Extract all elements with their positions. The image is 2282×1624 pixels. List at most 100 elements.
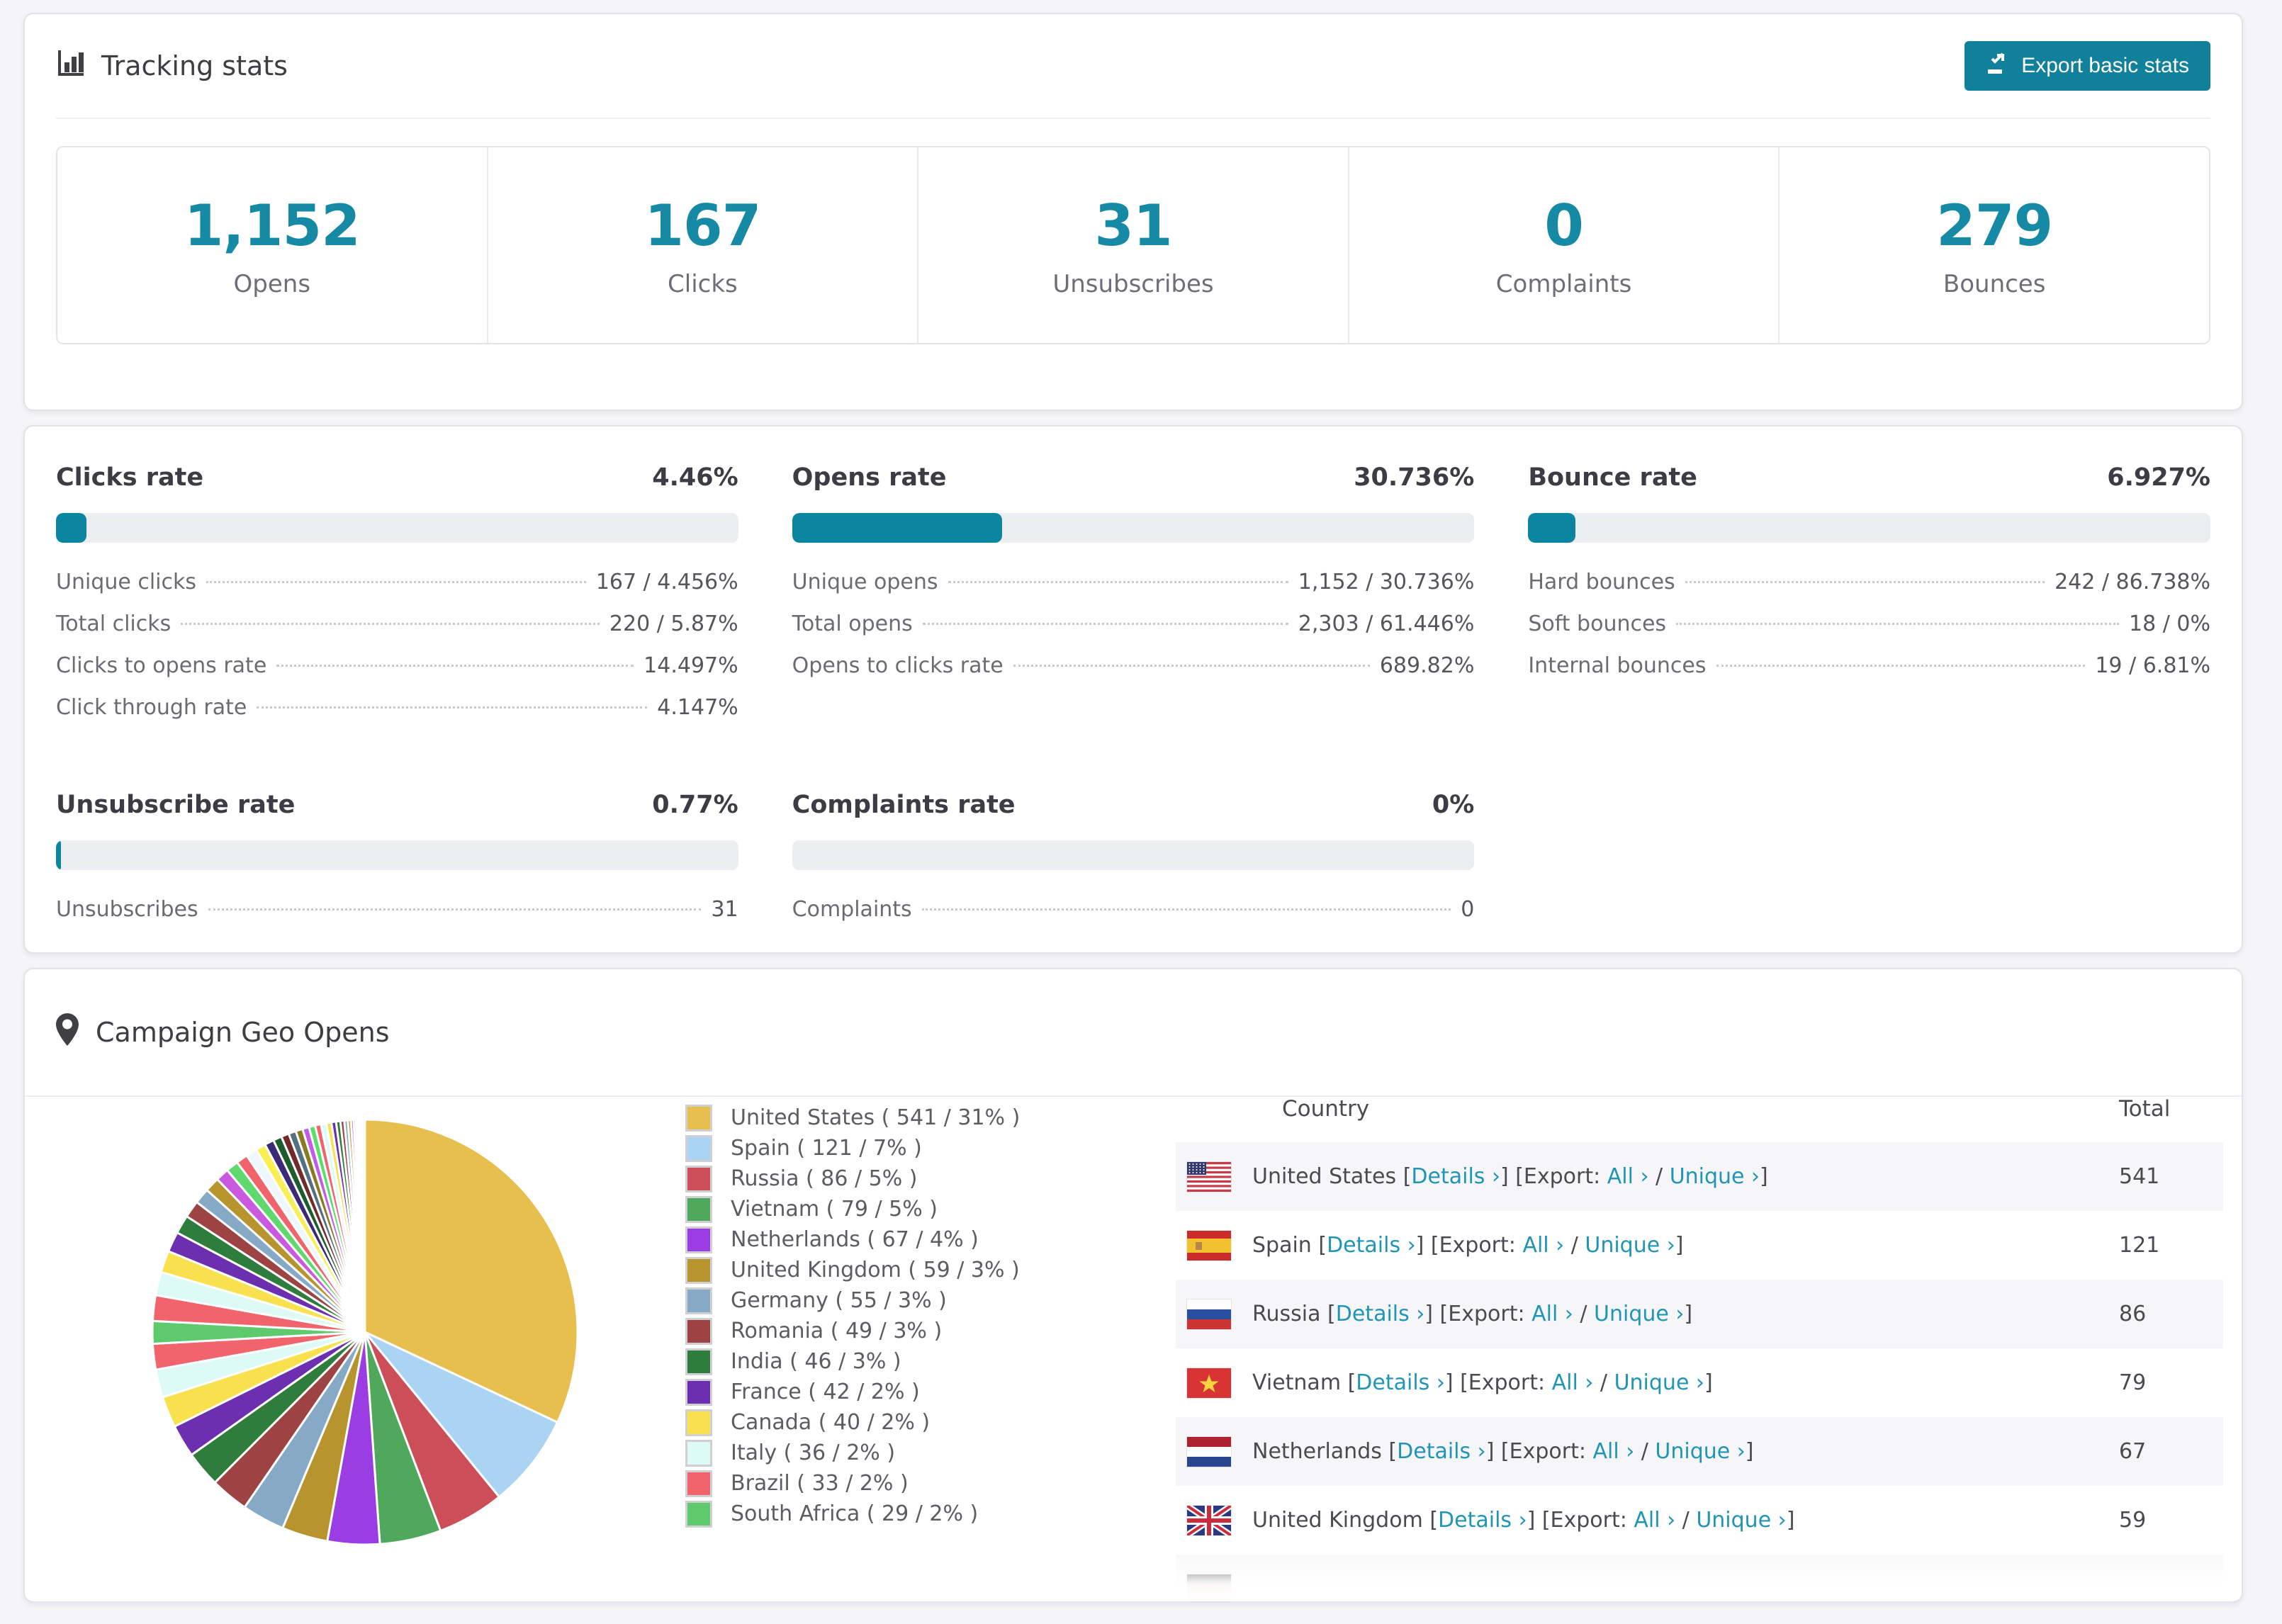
flag-vn-icon (1187, 1368, 1231, 1398)
rate-row-value: 19 / 6.81% (2095, 653, 2210, 678)
geo-section-title: Campaign Geo Opens (96, 1017, 390, 1048)
rate-row-label: Opens to clicks rate (792, 653, 1004, 678)
legend-item-netherlands: Netherlands ( 67 / 4% ) (685, 1224, 1167, 1255)
legend-swatch (685, 1500, 712, 1528)
legend-label: Romania ( 49 / 3% ) (731, 1319, 943, 1343)
tile-label: Complaints (1495, 269, 1632, 298)
geo-opens-table: Country Total United States [Details ›] … (1176, 1076, 2223, 1601)
rate-row-label: Complaints (792, 897, 912, 922)
rate-detail-row: Total clicks 220 / 5.87% (56, 611, 738, 653)
flag-ru-icon (1187, 1299, 1231, 1329)
export-unique-link[interactable]: Unique › (1670, 1164, 1760, 1189)
bracket: ] (1786, 1508, 1795, 1533)
opens-rate-title: Opens rate (792, 463, 947, 492)
tile-label: Unsubscribes (1052, 269, 1214, 298)
slash: / (1648, 1164, 1670, 1189)
dotted-leader (921, 908, 1451, 910)
dotted-leader (276, 665, 634, 667)
dotted-leader (181, 623, 600, 625)
tile-label: Bounces (1943, 269, 2046, 298)
details-link[interactable]: Details › (1356, 1370, 1445, 1395)
country-name: Netherlands (1252, 1439, 1389, 1464)
bounce-rate-title: Bounce rate (1528, 463, 1697, 492)
opens-rate-percent: 30.736% (1354, 463, 1475, 492)
rate-detail-row: Clicks to opens rate 14.497% (56, 653, 738, 695)
country-total: 541 (2119, 1164, 2160, 1189)
legend-swatch (685, 1104, 712, 1132)
country-name: Vietnam (1252, 1370, 1348, 1395)
rate-row-label: Total clicks (56, 611, 172, 636)
details-link[interactable]: Details › (1397, 1439, 1486, 1464)
rate-row-value: 167 / 4.456% (595, 570, 738, 594)
country-name: Russia (1252, 1302, 1328, 1326)
export-prefix: Export: (1550, 1508, 1634, 1533)
map-pin-icon (56, 1013, 79, 1052)
bracket: ] [ (1444, 1370, 1468, 1395)
campaign-geo-opens-card: Campaign Geo Opens United States ( 541 /… (23, 968, 2243, 1603)
clicks-rate-bar (56, 513, 738, 543)
details-link[interactable]: Details › (1327, 1233, 1416, 1258)
legend-label: Russia ( 86 / 5% ) (731, 1166, 918, 1191)
unsubscribe-rate-title: Unsubscribe rate (56, 791, 296, 819)
legend-swatch (685, 1165, 712, 1192)
dotted-leader (1685, 581, 2045, 583)
slash: / (1593, 1370, 1614, 1395)
legend-swatch (685, 1409, 712, 1436)
export-all-link[interactable]: All › (1522, 1233, 1564, 1258)
legend-item-india: India ( 46 / 3% ) (685, 1346, 1167, 1377)
rate-row-value: 31 (711, 897, 738, 922)
export-unique-link[interactable]: Unique › (1594, 1302, 1684, 1326)
page-title: Tracking stats (101, 50, 288, 81)
summary-tile-complaints: 0 Complaints (1349, 147, 1780, 343)
dotted-leader (1676, 623, 2120, 625)
legend-item-germany: Germany ( 55 / 3% ) (685, 1285, 1167, 1316)
export-all-link[interactable]: All › (1531, 1302, 1573, 1326)
legend-label: India ( 46 / 3% ) (731, 1349, 901, 1374)
legend-label: France ( 42 / 2% ) (731, 1380, 920, 1404)
export-unique-link[interactable]: Unique › (1585, 1233, 1675, 1258)
legend-label: United Kingdom ( 59 / 3% ) (731, 1258, 1020, 1282)
legend-item-france: France ( 42 / 2% ) (685, 1377, 1167, 1407)
legend-swatch (685, 1348, 712, 1375)
export-all-link[interactable]: All › (1607, 1164, 1649, 1189)
legend-item-united-states: United States ( 541 / 31% ) (685, 1103, 1167, 1133)
bracket: ] (1684, 1302, 1693, 1326)
export-all-link[interactable]: All › (1552, 1370, 1594, 1395)
complaints-rate-percent: 0% (1432, 791, 1475, 819)
bar-chart-icon (56, 48, 86, 84)
rate-row-value: 220 / 5.87% (609, 611, 738, 636)
details-link[interactable]: Details › (1411, 1164, 1500, 1189)
details-link[interactable]: Details › (1438, 1508, 1527, 1533)
flag-nl-icon (1187, 1436, 1231, 1467)
export-unique-link[interactable]: Unique › (1696, 1508, 1786, 1533)
dotted-leader (206, 581, 586, 583)
legend-label: United States ( 541 / 31% ) (731, 1105, 1021, 1130)
country-total: 79 (2119, 1370, 2147, 1395)
export-basic-stats-button[interactable]: Export basic stats (1965, 41, 2210, 91)
opens-rate-block: Opens rate 30.736% Unique opens 1,152 / 3… (792, 463, 1475, 737)
geo-table-row-russia: Russia [Details ›] [Export: All › / Uniq… (1176, 1280, 2223, 1348)
legend-swatch (685, 1439, 712, 1467)
bounce-rate-block: Bounce rate 6.927% Hard bounces 242 / 86.… (1528, 463, 2210, 737)
legend-item-vietnam: Vietnam ( 79 / 5% ) (685, 1194, 1167, 1224)
details-link[interactable]: Details › (1336, 1302, 1425, 1326)
export-unique-link[interactable]: Unique › (1655, 1439, 1745, 1464)
rate-row-label: Hard bounces (1528, 570, 1675, 594)
export-all-link[interactable]: All › (1593, 1439, 1635, 1464)
unsubscribe-rate-percent: 0.77% (652, 791, 738, 819)
bracket: ] [ (1424, 1302, 1449, 1326)
rate-detail-row: Click through rate 4.147% (56, 695, 738, 737)
legend-swatch (685, 1287, 712, 1314)
legend-swatch (685, 1317, 712, 1345)
pie-legend: United States ( 541 / 31% ) Spain ( 121 /… (685, 1103, 1167, 1529)
geo-table-row-united-states: United States [Details ›] [Export: All ›… (1176, 1142, 2223, 1211)
legend-label: South Africa ( 29 / 2% ) (731, 1501, 979, 1526)
country-total: 59 (2119, 1508, 2147, 1533)
export-unique-link[interactable]: Unique › (1614, 1370, 1704, 1395)
tracking-stats-card: Tracking stats Export basic stats 1,152 O… (23, 13, 2243, 411)
export-prefix: Export: (1523, 1164, 1607, 1189)
unsubscribe-rate-block: Unsubscribe rate 0.77% Unsubscribes 31 (56, 791, 738, 939)
rate-detail-row: Hard bounces 242 / 86.738% (1528, 570, 2210, 611)
export-all-link[interactable]: All › (1634, 1508, 1675, 1533)
country-total: 86 (2119, 1302, 2147, 1326)
